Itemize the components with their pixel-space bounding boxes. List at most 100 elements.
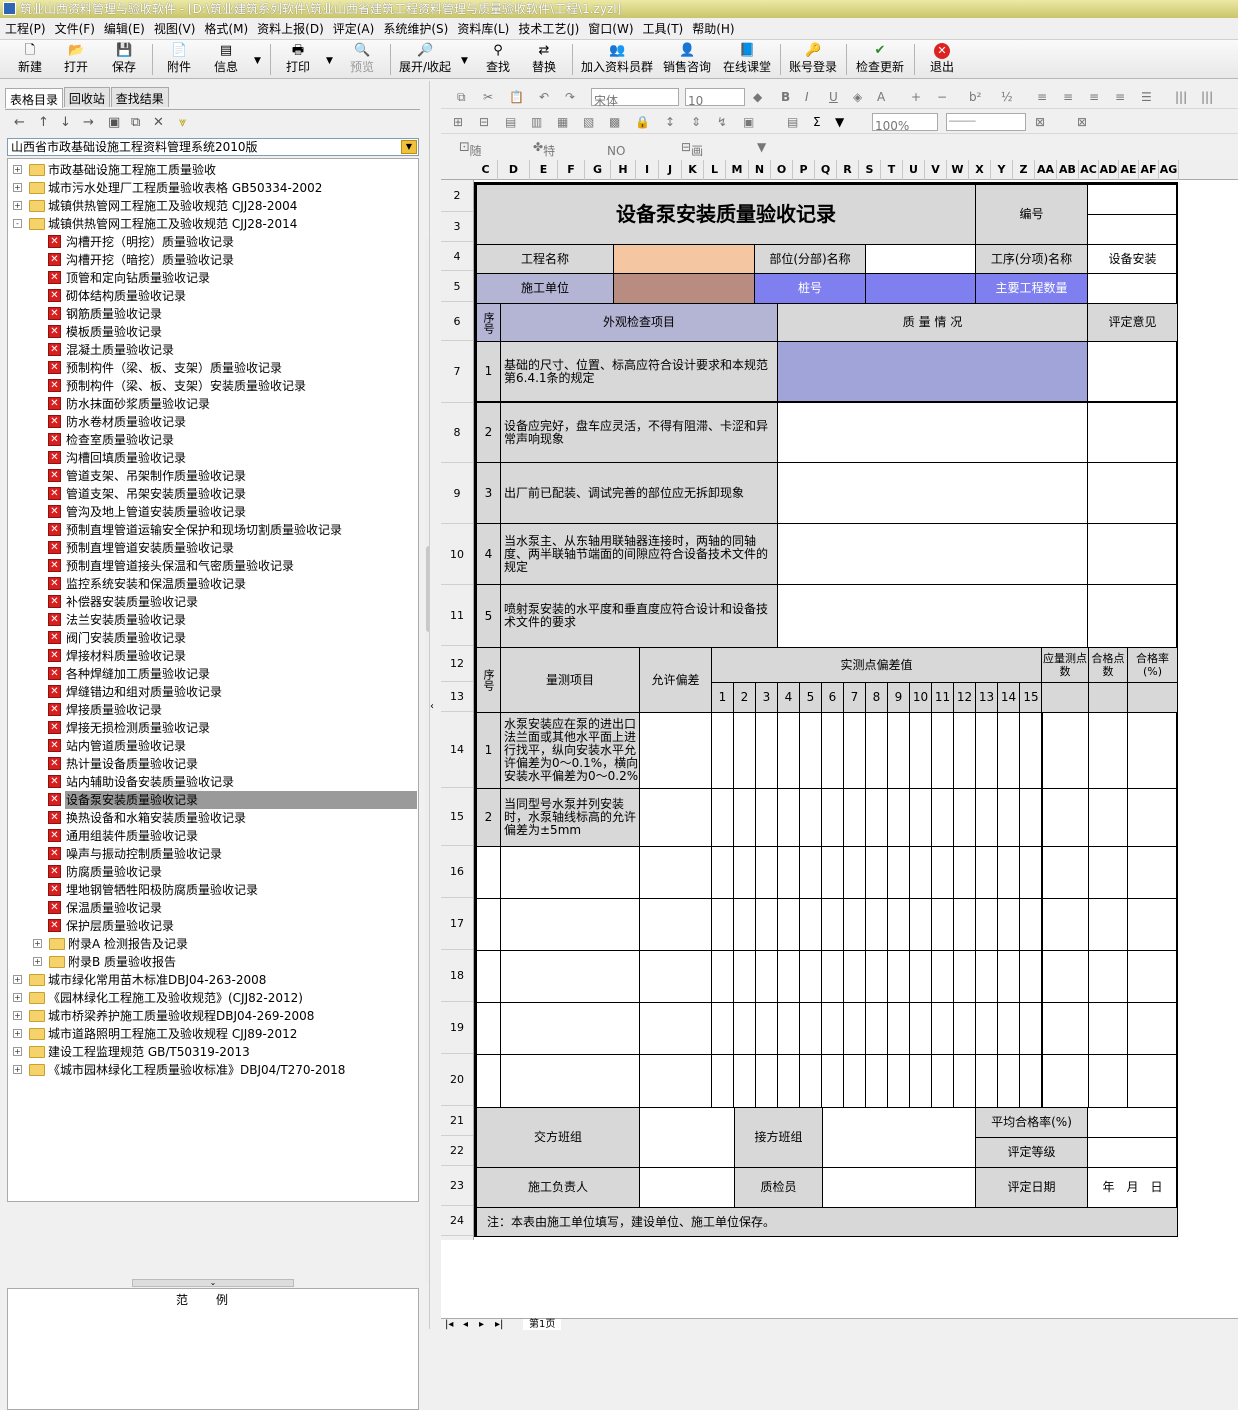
- undo-icon[interactable]: ↶: [539, 89, 549, 105]
- point-input[interactable]: [931, 712, 954, 789]
- tree-item[interactable]: ✕ 设备泵安装质量验收记录: [8, 791, 418, 809]
- row-header-18[interactable]: 18: [441, 950, 473, 1002]
- point-input[interactable]: [733, 1054, 756, 1108]
- point-input[interactable]: [821, 846, 844, 899]
- point-input[interactable]: [843, 1002, 866, 1055]
- expand-icon[interactable]: +: [13, 993, 22, 1002]
- point-input[interactable]: [887, 1054, 910, 1108]
- point-input[interactable]: [865, 1054, 888, 1108]
- eval-date-value[interactable]: 年 月 日: [1087, 1167, 1178, 1208]
- point-input[interactable]: [953, 1054, 976, 1108]
- point-input[interactable]: [799, 846, 822, 899]
- tree-item[interactable]: ✕ 防水卷材质量验收记录: [8, 413, 418, 431]
- pass-input[interactable]: [1088, 950, 1128, 1003]
- rate-input[interactable]: [1127, 788, 1178, 847]
- expand-icon[interactable]: +: [13, 1011, 22, 1020]
- find-button[interactable]: ⚲ 查找: [480, 42, 516, 77]
- point-input[interactable]: [975, 950, 998, 1003]
- point-input[interactable]: [887, 712, 910, 789]
- superscript-icon[interactable]: b²: [969, 89, 981, 105]
- tree-item[interactable]: ✕ 防水抹面砂浆质量验收记录: [8, 395, 418, 413]
- menu-item-1[interactable]: 文件(F): [50, 18, 99, 37]
- row-height-icon[interactable]: ↕: [665, 114, 675, 130]
- point-input[interactable]: [953, 846, 976, 899]
- column-header-AG[interactable]: AG: [1159, 160, 1179, 180]
- row-header-19[interactable]: 19: [441, 1002, 473, 1054]
- border-icon[interactable]: ⊠: [1035, 114, 1045, 130]
- should-input[interactable]: [1041, 712, 1089, 789]
- point-input[interactable]: [909, 950, 932, 1003]
- point-input[interactable]: [931, 1002, 954, 1055]
- menu-item-4[interactable]: 格式(M): [199, 18, 252, 37]
- expand-icon[interactable]: +: [33, 957, 42, 966]
- exit-button[interactable]: ✕ 退出: [922, 42, 962, 77]
- row-header-17[interactable]: 17: [441, 898, 473, 950]
- cut-icon[interactable]: ✂: [483, 89, 493, 105]
- tree-item[interactable]: ✕ 埋地钢管牺牲阳极防腐质量验收记录: [8, 881, 418, 899]
- point-input[interactable]: [799, 898, 822, 951]
- item-opinion-input[interactable]: [1087, 523, 1178, 585]
- column-header-W[interactable]: W: [947, 160, 969, 180]
- vertical-splitter[interactable]: ‹: [429, 81, 437, 1329]
- should-input[interactable]: [1041, 846, 1089, 899]
- delete-icon[interactable]: ✕: [153, 115, 164, 130]
- point-input[interactable]: [777, 712, 800, 789]
- tree-item[interactable]: ✕ 焊接无损检测质量验收记录: [8, 719, 418, 737]
- tree-item[interactable]: + 《园林绿化工程施工及验收规范》(CJJ82-2012): [8, 989, 418, 1007]
- arrow-right-icon[interactable]: →: [83, 115, 94, 130]
- constructor-input[interactable]: [613, 273, 755, 304]
- collapse-icon[interactable]: -: [13, 219, 22, 228]
- tree-item[interactable]: + 城镇供热管网工程施工及验收规范 CJJ28-2004: [8, 197, 418, 215]
- insert-row-icon[interactable]: ▤: [505, 114, 516, 130]
- point-input[interactable]: [733, 950, 756, 1003]
- rate-input[interactable]: [1127, 1002, 1178, 1055]
- point-input[interactable]: [975, 788, 998, 847]
- tree-item[interactable]: - 城镇供热管网工程施工及验收规范 CJJ28-2014: [8, 215, 418, 233]
- paint-icon[interactable]: ◆: [753, 89, 762, 105]
- sheet-tab-1[interactable]: 第1页: [523, 1319, 562, 1330]
- point-input[interactable]: [909, 898, 932, 951]
- point-input[interactable]: [799, 788, 822, 847]
- row-header-10[interactable]: 10: [441, 524, 473, 585]
- item-quality-input[interactable]: [777, 462, 1088, 524]
- row-header-23[interactable]: 23: [441, 1166, 473, 1206]
- point-input[interactable]: [997, 712, 1020, 789]
- image-icon[interactable]: ▣: [743, 114, 754, 130]
- allow-input[interactable]: [639, 1054, 712, 1108]
- point-input[interactable]: [1019, 712, 1043, 789]
- point-input[interactable]: [865, 846, 888, 899]
- column-header-Z[interactable]: Z: [1013, 160, 1035, 180]
- row-header-20[interactable]: 20: [441, 1054, 473, 1106]
- print-dropdown-icon[interactable]: ▼: [326, 56, 333, 66]
- align-right-icon[interactable]: ≡: [1089, 89, 1099, 105]
- pass-input[interactable]: [1088, 898, 1128, 951]
- online-class-button[interactable]: 📘 在线课堂: [720, 42, 774, 77]
- open-button[interactable]: 📂 打开: [58, 42, 94, 77]
- point-input[interactable]: [1019, 1002, 1043, 1055]
- point-input[interactable]: [997, 788, 1020, 847]
- point-input[interactable]: [931, 1054, 954, 1108]
- menu-item-10[interactable]: 窗口(W): [583, 18, 637, 37]
- column-header-L[interactable]: L: [704, 160, 726, 180]
- measure-item[interactable]: [500, 846, 640, 899]
- tree-item[interactable]: ✕ 预制构件（梁、板、支架）安装质量验收记录: [8, 377, 418, 395]
- tree-item[interactable]: ✕ 砌体结构质量验收记录: [8, 287, 418, 305]
- column-header-J[interactable]: J: [659, 160, 682, 180]
- rate-input[interactable]: [1127, 950, 1178, 1003]
- tree-item[interactable]: ✕ 管沟及地上管道安装质量验收记录: [8, 503, 418, 521]
- next-sheet-icon[interactable]: ▸: [479, 1319, 484, 1330]
- item-opinion-input[interactable]: [1087, 462, 1178, 524]
- point-input[interactable]: [865, 788, 888, 847]
- info-button[interactable]: ▤ 信息: [208, 42, 244, 77]
- border-style-icon[interactable]: ⊠: [1077, 114, 1087, 130]
- point-input[interactable]: [733, 788, 756, 847]
- horizontal-splitter[interactable]: ⌄: [132, 1279, 294, 1287]
- indent-icon[interactable]: ☰: [1141, 89, 1152, 105]
- column-header-T[interactable]: T: [881, 160, 903, 180]
- allow-input[interactable]: [639, 1002, 712, 1055]
- allow-input[interactable]: [639, 846, 712, 899]
- tree-item[interactable]: + 市政基础设施工程施工质量验收: [8, 161, 418, 179]
- vertical-text-icon[interactable]: |||: [1175, 89, 1187, 105]
- font-select[interactable]: 宋体: [591, 88, 679, 108]
- rate-input[interactable]: [1127, 1054, 1178, 1108]
